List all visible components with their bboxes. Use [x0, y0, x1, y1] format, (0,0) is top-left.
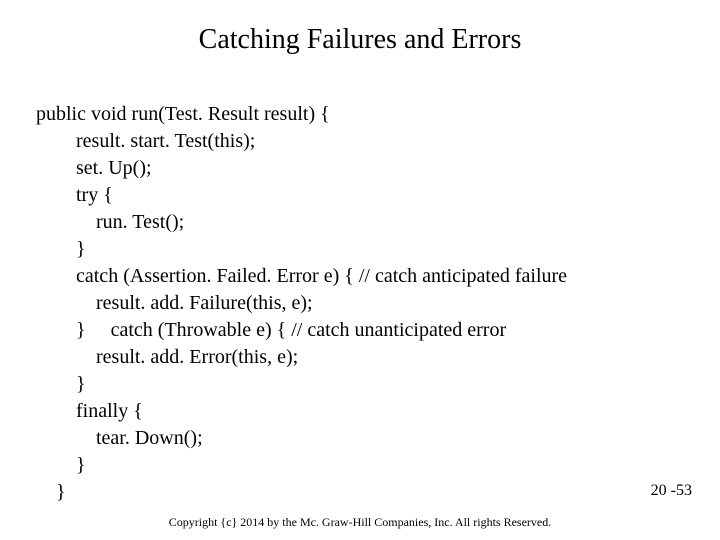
code-line: finally { [36, 400, 143, 422]
page-number: 20 -53 [651, 482, 692, 500]
code-block: public void run(Test. Result result) { r… [0, 74, 720, 506]
code-line: try { [36, 184, 113, 206]
code-line: tear. Down(); [36, 427, 203, 449]
slide-title: Catching Failures and Errors [0, 0, 720, 74]
code-line: } [36, 238, 86, 260]
code-line: public void run(Test. Result result) { [36, 103, 330, 125]
code-line: catch (Assertion. Failed. Error e) { // … [36, 265, 567, 287]
code-line: set. Up(); [36, 157, 152, 179]
slide: Catching Failures and Errors public void… [0, 0, 720, 540]
code-line: run. Test(); [36, 211, 184, 233]
code-line: result. add. Failure(this, e); [36, 292, 313, 314]
code-line: } catch (Throwable e) { // catch unantic… [36, 319, 506, 341]
code-line: result. add. Error(this, e); [36, 346, 298, 368]
code-line: } [36, 481, 66, 503]
code-line: } [36, 454, 86, 476]
code-line: result. start. Test(this); [36, 130, 255, 152]
code-line: } [36, 373, 86, 395]
copyright-notice: Copyright {c} 2014 by the Mc. Graw-Hill … [0, 515, 720, 530]
